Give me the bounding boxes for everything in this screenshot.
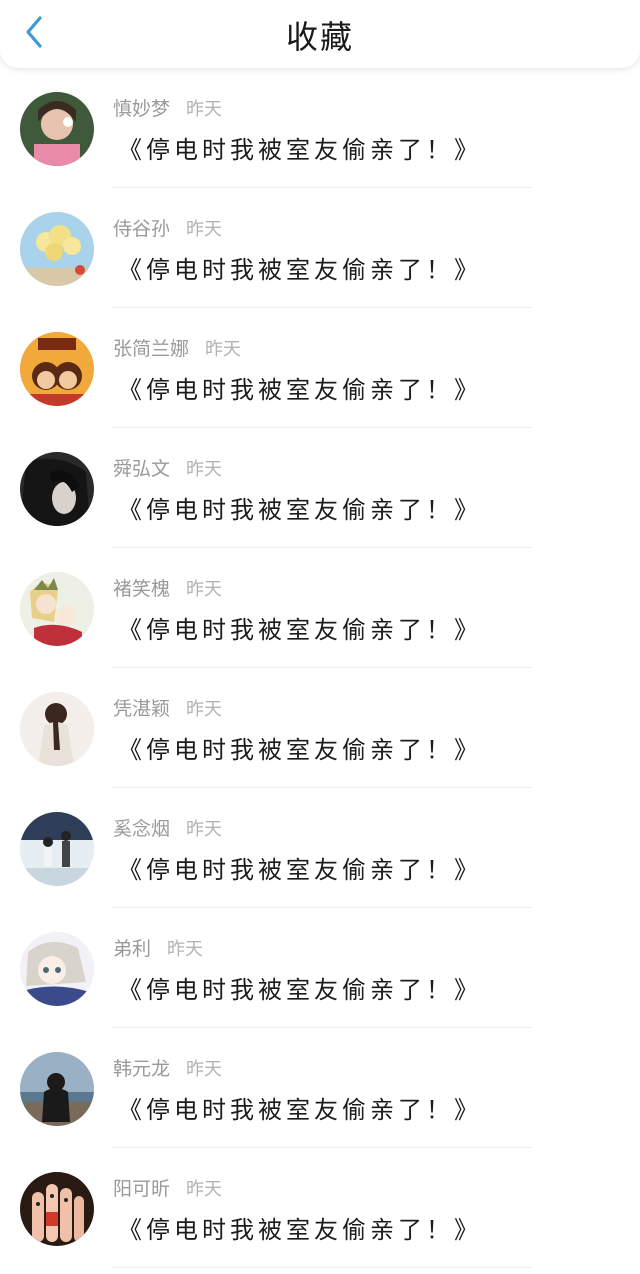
timestamp: 昨天 <box>186 459 223 480</box>
timestamp: 昨天 <box>186 699 223 720</box>
user-name: 张简兰娜 <box>113 338 190 360</box>
divider <box>112 1267 532 1268</box>
user-name: 慎妙梦 <box>113 98 171 120</box>
list-item[interactable]: 阳可昕 昨天 《停电时我被室友偷亲了！》 <box>0 1148 640 1268</box>
avatar-balloons[interactable] <box>20 212 94 286</box>
item-meta: 凭湛颖 昨天 <box>113 694 222 721</box>
timestamp: 昨天 <box>186 1179 223 1200</box>
timestamp: 昨天 <box>186 99 223 120</box>
item-title: 《停电时我被室友偷亲了！》 <box>118 1216 482 1244</box>
user-name: 褚笑槐 <box>113 578 171 600</box>
list-item[interactable]: 奚念烟 昨天 《停电时我被室友偷亲了！》 <box>0 788 640 908</box>
item-title: 《停电时我被室友偷亲了！》 <box>118 616 482 644</box>
list-item[interactable]: 张简兰娜 昨天 《停电时我被室友偷亲了！》 <box>0 308 640 428</box>
timestamp: 昨天 <box>205 339 242 360</box>
avatar-couple-sketch[interactable] <box>20 812 94 886</box>
avatar-cartoon-twins[interactable] <box>20 332 94 406</box>
list-item[interactable]: 弟利 昨天 《停电时我被室友偷亲了！》 <box>0 908 640 1028</box>
page-title: 收藏 <box>285 18 354 56</box>
item-meta: 舜弘文 昨天 <box>113 454 222 481</box>
item-title: 《停电时我被室友偷亲了！》 <box>118 1096 482 1124</box>
favorites-list: 慎妙梦 昨天 《停电时我被室友偷亲了！》 侍谷孙 昨天 《停电时我被室友偷亲了！》 … <box>0 68 640 1268</box>
avatar-girl-back[interactable] <box>20 692 94 766</box>
user-name: 凭湛颖 <box>113 698 171 720</box>
item-title: 《停电时我被室友偷亲了！》 <box>118 736 482 764</box>
item-meta: 弟利 昨天 <box>113 934 203 961</box>
list-item[interactable]: 褚笑槐 昨天 《停电时我被室友偷亲了！》 <box>0 548 640 668</box>
item-meta: 褚笑槐 昨天 <box>113 574 222 601</box>
avatar-anime-girl[interactable] <box>20 932 94 1006</box>
user-name: 韩元龙 <box>113 1058 171 1080</box>
list-item[interactable]: 慎妙梦 昨天 《停电时我被室友偷亲了！》 <box>0 68 640 188</box>
user-name: 侍谷孙 <box>113 218 171 240</box>
item-title: 《停电时我被室友偷亲了！》 <box>118 376 482 404</box>
list-item[interactable]: 侍谷孙 昨天 《停电时我被室友偷亲了！》 <box>0 188 640 308</box>
user-name: 奚念烟 <box>113 818 171 840</box>
item-title: 《停电时我被室友偷亲了！》 <box>118 496 482 524</box>
avatar-photo-girl[interactable] <box>20 92 94 166</box>
item-title: 《停电时我被室友偷亲了！》 <box>118 856 482 884</box>
list-item[interactable]: 韩元龙 昨天 《停电时我被室友偷亲了！》 <box>0 1028 640 1148</box>
avatar-dark-hair[interactable] <box>20 452 94 526</box>
timestamp: 昨天 <box>186 219 223 240</box>
list-item[interactable]: 舜弘文 昨天 《停电时我被室友偷亲了！》 <box>0 428 640 548</box>
timestamp: 昨天 <box>186 579 223 600</box>
avatar-anime-elf[interactable] <box>20 572 94 646</box>
top-bar: 收藏 <box>0 0 640 68</box>
item-title: 《停电时我被室友偷亲了！》 <box>118 256 482 284</box>
list-item[interactable]: 凭湛颖 昨天 《停电时我被室友偷亲了！》 <box>0 668 640 788</box>
avatar-beach-girl[interactable] <box>20 1052 94 1126</box>
item-meta: 奚念烟 昨天 <box>113 814 222 841</box>
user-name: 阳可昕 <box>113 1178 171 1200</box>
timestamp: 昨天 <box>186 1059 223 1080</box>
item-meta: 韩元龙 昨天 <box>113 1054 222 1081</box>
user-name: 舜弘文 <box>113 458 171 480</box>
item-meta: 阳可昕 昨天 <box>113 1174 222 1201</box>
item-meta: 慎妙梦 昨天 <box>113 94 222 121</box>
item-meta: 侍谷孙 昨天 <box>113 214 222 241</box>
item-title: 《停电时我被室友偷亲了！》 <box>118 136 482 164</box>
item-title: 《停电时我被室友偷亲了！》 <box>118 976 482 1004</box>
avatar-finger-faces[interactable] <box>20 1172 94 1246</box>
user-name: 弟利 <box>113 938 152 960</box>
item-meta: 张简兰娜 昨天 <box>113 334 241 361</box>
timestamp: 昨天 <box>186 819 223 840</box>
timestamp: 昨天 <box>167 939 204 960</box>
